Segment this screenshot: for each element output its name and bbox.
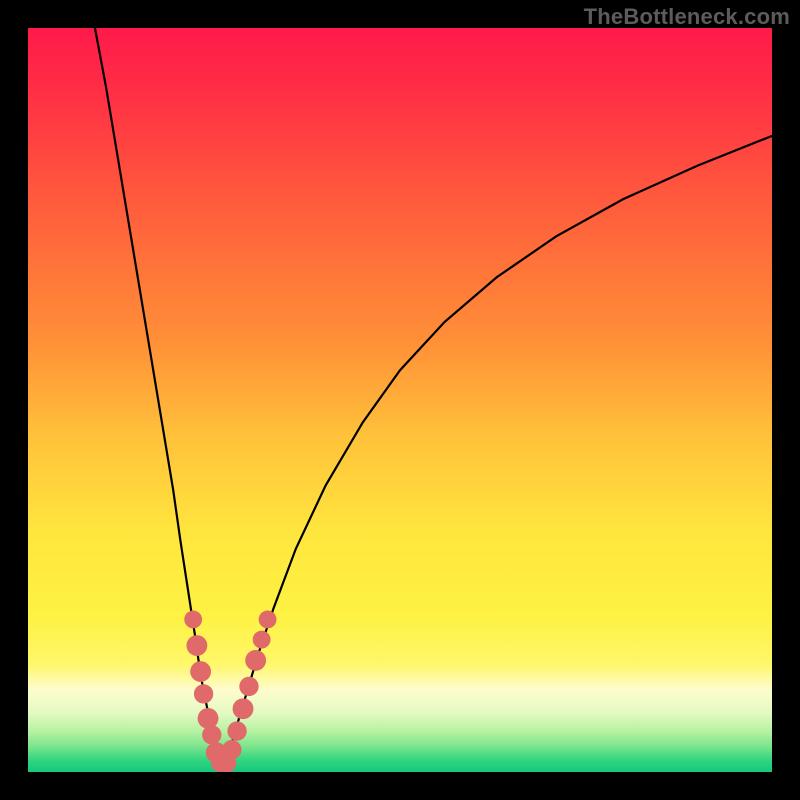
- marker-dot: [198, 708, 219, 729]
- marker-dot: [202, 725, 221, 744]
- marker-dot: [227, 721, 246, 740]
- marker-dot: [239, 677, 258, 696]
- chart-svg: [28, 28, 772, 772]
- marker-dot: [253, 631, 271, 649]
- marker-dot: [184, 611, 202, 629]
- marker-dot: [259, 611, 277, 629]
- marker-dot: [190, 661, 211, 682]
- marker-dot: [186, 635, 207, 656]
- marker-dot: [194, 684, 213, 703]
- chart-frame: TheBottleneck.com: [0, 0, 800, 800]
- marker-dot: [245, 650, 266, 671]
- marker-dot: [222, 740, 241, 759]
- marker-dot: [233, 698, 254, 719]
- gradient-background: [28, 28, 772, 772]
- plot-area: [28, 28, 772, 772]
- watermark-text: TheBottleneck.com: [584, 4, 790, 30]
